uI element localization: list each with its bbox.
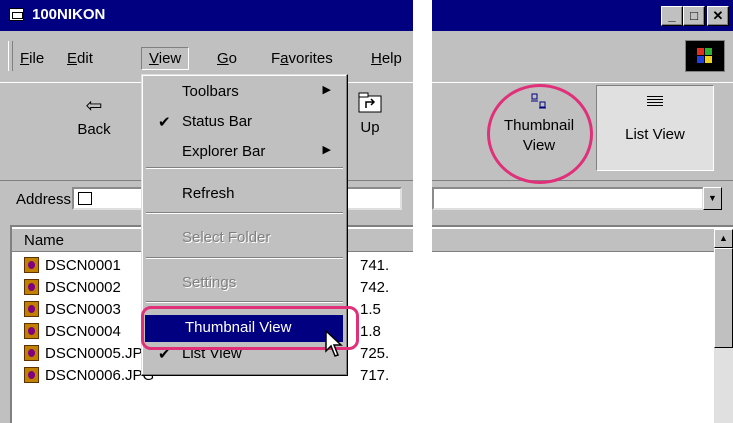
file-size: 717.: [360, 367, 390, 384]
callout-highlight-thumbnail: [487, 84, 593, 184]
folder-window-icon: [9, 8, 24, 21]
address-dropdown-button[interactable]: ▼: [703, 187, 722, 210]
windows-logo-icon: [685, 40, 725, 72]
menubar-grip[interactable]: [8, 41, 13, 71]
column-name-label: Name: [24, 232, 65, 249]
file-size: 741.: [360, 257, 390, 274]
menu-item-label: Toolbars: [182, 83, 239, 100]
menu-item-settings[interactable]: Settings: [142, 270, 343, 297]
back-label: Back: [77, 121, 111, 138]
title-bar: 100NIKON: [0, 0, 413, 31]
menu-separator: [146, 167, 343, 169]
menu-separator: [146, 257, 343, 259]
menu-item-label: Explorer Bar: [182, 143, 266, 160]
list-item[interactable]: DSCN0004: [24, 323, 121, 345]
close-button[interactable]: ✕: [707, 6, 729, 26]
menu-file[interactable]: File: [20, 50, 44, 67]
menu-favorites[interactable]: Favorites: [271, 50, 333, 67]
file-name: DSCN0002: [45, 279, 121, 296]
menu-help[interactable]: Help: [371, 50, 402, 67]
explorer-window-right: _ □ ✕ Thumbnail View List View ▼ ▲: [432, 0, 733, 423]
scroll-thumb[interactable]: [714, 248, 733, 348]
file-name: DSCN0004: [45, 323, 121, 340]
submenu-arrow-icon: ▶: [322, 144, 331, 156]
menu-item-label: Refresh: [182, 185, 235, 202]
menu-item-label: Status Bar: [182, 113, 253, 130]
up-folder-icon: [358, 92, 382, 113]
submenu-arrow-icon: ▶: [322, 84, 331, 96]
menu-bar: File Edit View Go Favorites Help: [0, 31, 413, 79]
list-view-icon: [647, 96, 663, 106]
menu-view[interactable]: View: [141, 47, 190, 70]
list-item[interactable]: DSCN0005.JPG: [24, 345, 154, 367]
back-button[interactable]: ⇦ Back: [64, 93, 124, 138]
jpeg-file-icon: [24, 257, 39, 273]
menu-separator: [146, 212, 343, 214]
menu-item-toolbars[interactable]: Toolbars ▶: [142, 79, 343, 106]
menu-item-explorer-bar[interactable]: Explorer Bar ▶: [142, 139, 343, 166]
jpeg-file-icon: [24, 279, 39, 295]
list-item[interactable]: DSCN0002: [24, 279, 121, 301]
menu-item-refresh[interactable]: Refresh: [142, 181, 343, 208]
file-name: DSCN0005.JPG: [45, 345, 155, 362]
menu-item-label: Select Folder: [182, 229, 271, 246]
file-name: DSCN0003: [45, 301, 121, 318]
jpeg-file-icon: [24, 323, 39, 339]
jpeg-file-icon: [24, 345, 39, 361]
address-label: Address: [16, 191, 72, 208]
file-size: 1.8: [360, 323, 381, 340]
file-list-right: ▲: [432, 225, 733, 423]
minimize-button[interactable]: _: [661, 6, 683, 26]
checkmark-icon: ✔: [158, 114, 171, 131]
jpeg-file-icon: [24, 367, 39, 383]
mouse-pointer-icon: [325, 329, 343, 357]
list-item[interactable]: DSCN0006.JPG: [24, 367, 154, 389]
list-view-button[interactable]: List View: [596, 85, 714, 171]
maximize-button[interactable]: □: [683, 6, 705, 26]
up-button[interactable]: Up: [350, 91, 390, 136]
menu-edit[interactable]: Edit: [67, 50, 93, 67]
menu-item-status-bar[interactable]: ✔ Status Bar: [142, 109, 343, 136]
address-bar-right: ▼: [432, 180, 733, 217]
file-name: DSCN0006.JPG: [45, 367, 155, 384]
jpeg-file-icon: [24, 301, 39, 317]
file-size: 742.: [360, 279, 390, 296]
title-bar-right: _ □ ✕: [432, 0, 733, 31]
list-item[interactable]: DSCN0001: [24, 257, 121, 279]
menu-bar-right: [432, 31, 733, 79]
list-item[interactable]: DSCN0003: [24, 301, 121, 323]
explorer-window-left: 100NIKON File Edit View Go Favorites Hel…: [0, 0, 413, 423]
file-size: 1.5: [360, 301, 381, 318]
scroll-up-button[interactable]: ▲: [714, 229, 733, 248]
menu-go[interactable]: Go: [217, 50, 237, 67]
menu-separator: [146, 301, 343, 303]
column-header-right[interactable]: [432, 229, 733, 252]
list-view-label: List View: [625, 126, 685, 143]
up-label: Up: [360, 119, 380, 136]
back-arrow-icon: ⇦: [85, 95, 103, 117]
file-name: DSCN0001: [45, 257, 121, 274]
menu-item-label: Settings: [182, 274, 237, 291]
folder-icon: [78, 192, 92, 205]
window-title: 100NIKON: [32, 6, 106, 23]
address-field-right[interactable]: [432, 187, 704, 210]
file-size: 725.: [360, 345, 390, 362]
vertical-scrollbar[interactable]: ▲: [714, 229, 733, 423]
menu-item-select-folder[interactable]: Select Folder: [142, 225, 343, 252]
